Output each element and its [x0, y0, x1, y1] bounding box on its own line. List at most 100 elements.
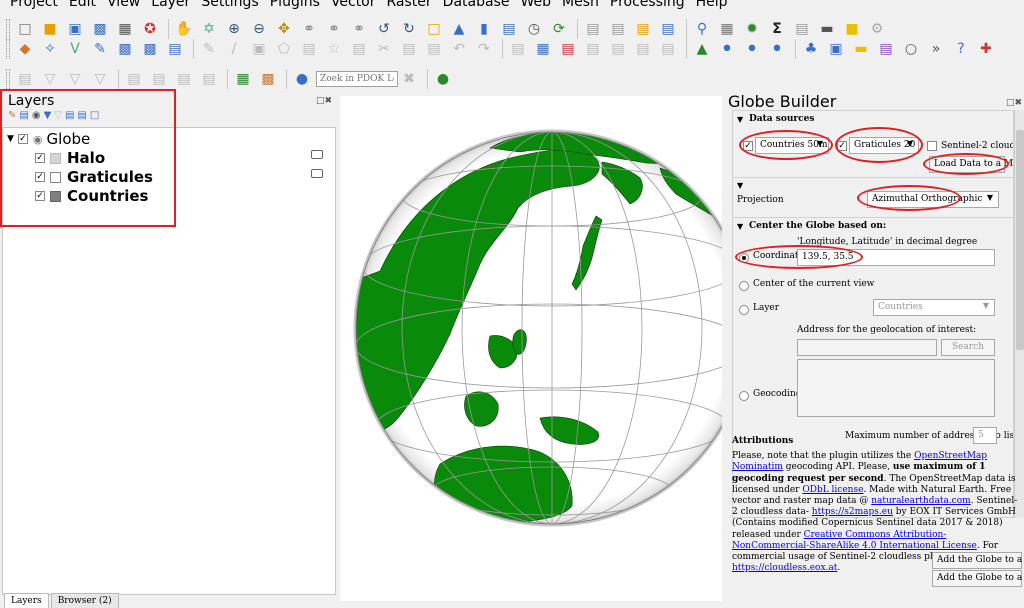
- add-globe-map-button[interactable]: Add the Globe to a Map: [932, 552, 1024, 569]
- layer-checkbox[interactable]: ✓: [35, 172, 45, 182]
- label-change-icon[interactable]: ▤: [632, 38, 654, 60]
- toolbar-handle[interactable]: [6, 69, 10, 89]
- digitize-icon[interactable]: ▤: [14, 68, 36, 90]
- merge-icon[interactable]: ▤: [173, 68, 195, 90]
- help-icon[interactable]: ?: [950, 38, 972, 60]
- menu-raster[interactable]: Raster: [387, 0, 432, 10]
- paste-icon[interactable]: ▤: [423, 38, 445, 60]
- menu-plugins[interactable]: Plugins: [270, 0, 320, 10]
- menu-web[interactable]: Web: [520, 0, 551, 10]
- naturalearth-link[interactable]: naturalearthdata.com: [871, 496, 971, 506]
- pdok-globe-icon[interactable]: ●: [291, 68, 313, 90]
- plugin-binoculars-icon[interactable]: ○: [900, 38, 922, 60]
- toolbar-more-icon[interactable]: »: [925, 38, 947, 60]
- label-move-icon[interactable]: ▤: [582, 38, 604, 60]
- add-wms-icon[interactable]: ▩: [139, 38, 161, 60]
- embedded-layer-icon[interactable]: [311, 150, 323, 159]
- embedded-layer-icon[interactable]: [311, 169, 323, 178]
- add-group-icon[interactable]: ▤: [19, 110, 28, 121]
- layer-checkbox[interactable]: ✓: [35, 191, 45, 201]
- add-raster-icon[interactable]: ✎: [89, 38, 111, 60]
- new-layer-icon[interactable]: ✧: [39, 38, 61, 60]
- share-icon[interactable]: ●: [432, 68, 454, 90]
- menu-project[interactable]: Project: [10, 0, 58, 10]
- geocoding-radio[interactable]: [739, 391, 749, 401]
- layer-checkbox[interactable]: ✓: [35, 153, 45, 163]
- s2maps-link[interactable]: https://s2maps.eu: [812, 507, 893, 517]
- projection-combo[interactable]: Azimuthal Orthographic ▼: [867, 191, 999, 208]
- plugin-chart-icon[interactable]: ▤: [875, 38, 897, 60]
- processing-toolbox-icon[interactable]: ⚫: [716, 38, 738, 60]
- label-show-icon[interactable]: ▤: [657, 38, 679, 60]
- label-tool-icon[interactable]: ▤: [507, 38, 529, 60]
- expand-all-icon[interactable]: ▤: [65, 110, 74, 121]
- python-console-icon[interactable]: ♣: [800, 38, 822, 60]
- load-data-button[interactable]: Load Data to a Map: [929, 156, 1013, 173]
- layer-radio[interactable]: [739, 305, 749, 315]
- menu-view[interactable]: View: [107, 0, 140, 10]
- countries-combo[interactable]: Countries 50m ▼: [755, 137, 829, 154]
- crosshair-icon[interactable]: ✚: [975, 38, 997, 60]
- pdok-clear-icon[interactable]: ✖: [398, 68, 420, 90]
- redo-icon[interactable]: ↷: [473, 38, 495, 60]
- geocoding-results-list[interactable]: [797, 359, 995, 417]
- menu-edit[interactable]: Edit: [69, 0, 96, 10]
- layer-combo[interactable]: Countries ▼: [873, 299, 995, 316]
- expand-arrow-icon[interactable]: ▼: [7, 134, 14, 144]
- search-button[interactable]: Search: [941, 339, 995, 356]
- map-canvas[interactable]: [340, 96, 751, 601]
- processing-history-icon[interactable]: ⚫: [766, 38, 788, 60]
- plugin-color-icon[interactable]: ▩: [257, 68, 279, 90]
- toggle-editing-icon[interactable]: ✎: [198, 38, 220, 60]
- scrollbar-thumb[interactable]: [1016, 130, 1024, 350]
- coordinates-input[interactable]: 139.5, 35.5: [797, 249, 995, 266]
- current-view-radio[interactable]: [739, 281, 749, 291]
- menu-help[interactable]: Help: [696, 0, 728, 10]
- shape-dropdown-icon[interactable]: ▽: [64, 68, 86, 90]
- plugin-map-icon[interactable]: ▦: [232, 68, 254, 90]
- copy-icon[interactable]: ▤: [398, 38, 420, 60]
- cloudless-link[interactable]: https://cloudless.eox.at: [732, 563, 837, 573]
- undo-icon[interactable]: ↶: [448, 38, 470, 60]
- graticules-combo[interactable]: Graticules 20 ▼: [849, 137, 919, 154]
- sentinel-checkbox[interactable]: [927, 141, 937, 151]
- remove-layer-icon[interactable]: □: [90, 110, 99, 121]
- data-source-manager-icon[interactable]: ◆: [14, 38, 36, 60]
- vertex-tool-icon[interactable]: ▤: [298, 38, 320, 60]
- add-vector-icon[interactable]: V: [64, 38, 86, 60]
- tree-item-halo[interactable]: ✓ Halo: [35, 149, 105, 167]
- collapse-arrow-icon[interactable]: ▼: [737, 181, 743, 190]
- menu-layer[interactable]: Layer: [151, 0, 190, 10]
- split-icon[interactable]: ▤: [148, 68, 170, 90]
- reshape-icon[interactable]: ▤: [123, 68, 145, 90]
- label-pin-icon[interactable]: ▦: [532, 38, 554, 60]
- manage-visibility-icon[interactable]: ◉: [32, 110, 41, 121]
- menu-database[interactable]: Database: [443, 0, 510, 10]
- tree-item-countries[interactable]: ✓ Countries: [35, 187, 148, 205]
- tree-item-globe[interactable]: ▼ ✓ ◉ Globe: [7, 130, 90, 148]
- coordinates-radio[interactable]: [739, 253, 749, 263]
- save-edits-icon[interactable]: ▣: [248, 38, 270, 60]
- label-highlight-icon[interactable]: ▤: [557, 38, 579, 60]
- filter-expression-icon[interactable]: ▽: [54, 110, 62, 121]
- filter-legend-icon[interactable]: ▼: [44, 110, 52, 121]
- processing-model-icon[interactable]: ⚫: [741, 38, 763, 60]
- tree-item-graticules[interactable]: ✓ Graticules: [35, 168, 153, 186]
- delete-selected-icon[interactable]: ▤: [348, 38, 370, 60]
- menu-vector[interactable]: Vector: [331, 0, 376, 10]
- collapse-arrow-icon[interactable]: ▼: [737, 222, 743, 231]
- tab-layers[interactable]: Layers: [4, 593, 49, 608]
- cut-icon[interactable]: ✂: [373, 38, 395, 60]
- pdok-search-input[interactable]: [316, 71, 398, 87]
- layer-checkbox[interactable]: ✓: [17, 134, 28, 144]
- countries-checkbox[interactable]: ✓: [743, 141, 753, 151]
- open-layer-styling-icon[interactable]: ✎: [8, 110, 16, 121]
- add-feature-icon[interactable]: ⬠: [273, 38, 295, 60]
- menu-processing[interactable]: Processing: [610, 0, 685, 10]
- toolbar-handle[interactable]: [6, 38, 10, 59]
- processing-triangle-icon[interactable]: ▲: [691, 38, 713, 60]
- add-mesh-icon[interactable]: ▩: [114, 38, 136, 60]
- collapse-all-icon[interactable]: ▤: [77, 110, 86, 121]
- add-globe-layout-button[interactable]: Add the Globe to a Layout: [932, 570, 1024, 587]
- panel-close-icon[interactable]: □✖: [1006, 98, 1022, 108]
